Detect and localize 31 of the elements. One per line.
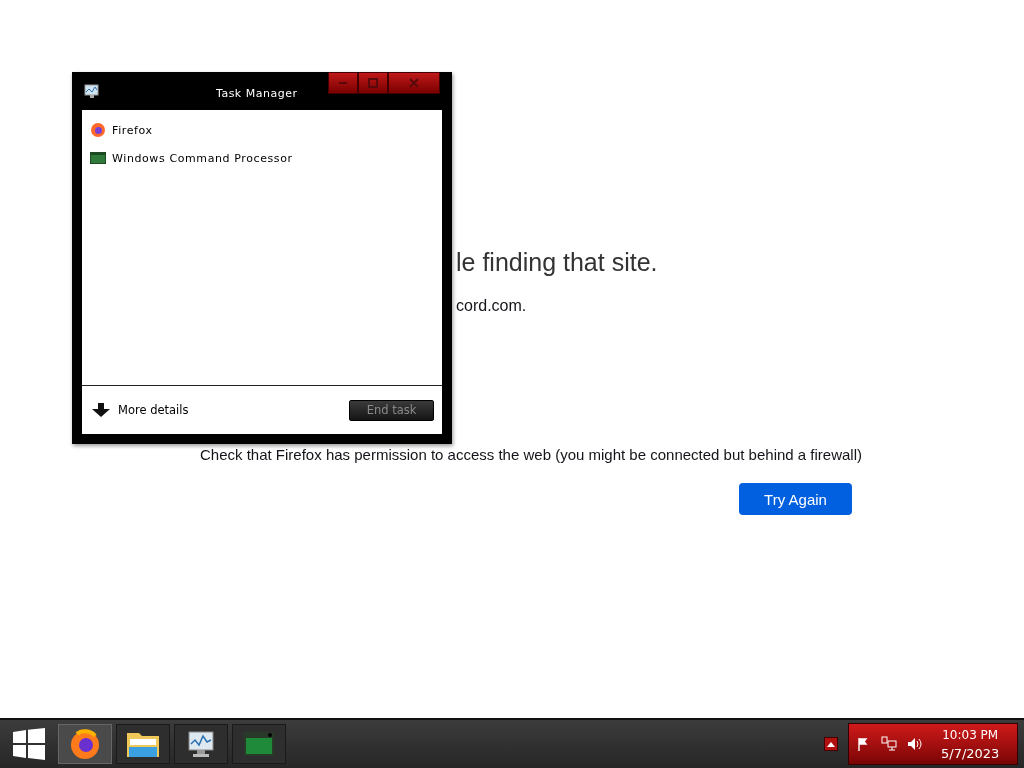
down-arrow-icon [92, 403, 110, 417]
monitor-icon [84, 83, 100, 99]
error-text: cord.com. [456, 297, 527, 315]
error-heading: le finding that site. [456, 248, 658, 277]
console-icon [243, 730, 275, 758]
tray-overflow-button[interactable] [824, 737, 838, 751]
clock-date: 5/7/2023 [941, 745, 1000, 761]
try-again-button[interactable]: Try Again [739, 483, 852, 515]
taskbar-app-button[interactable] [174, 724, 228, 764]
console-icon [90, 151, 106, 165]
network-icon[interactable] [881, 736, 897, 752]
clock-time: 10:03 PM [942, 727, 999, 742]
app-list-item[interactable]: Firefox [82, 116, 442, 144]
monitor-icon [185, 728, 217, 760]
maximize-icon [368, 78, 378, 88]
more-details-link[interactable]: More details [92, 403, 189, 417]
minimize-icon [339, 82, 347, 84]
app-list-item[interactable]: Windows Command Processor [82, 144, 442, 172]
close-button[interactable] [388, 72, 440, 94]
window-title: Task Manager [216, 86, 298, 100]
caret-icon [827, 741, 835, 747]
clock[interactable]: 10:03 PM 5/7/2023 [941, 727, 1000, 761]
hint-text: Check that Firefox has permission to access the web (you might be connected but behind a firewall) [200, 446, 862, 463]
firefox-icon [90, 122, 106, 138]
maximize-button[interactable] [358, 72, 388, 94]
taskbar-app-button[interactable] [116, 724, 170, 764]
firefox-icon [69, 728, 101, 760]
speaker-icon[interactable] [907, 737, 923, 751]
close-icon [409, 78, 419, 88]
minimize-button[interactable] [328, 72, 358, 94]
windows-logo-icon [13, 728, 45, 760]
